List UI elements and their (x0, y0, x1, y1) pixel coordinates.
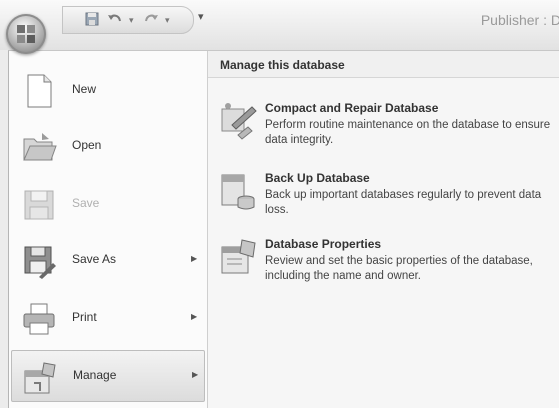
redo-icon[interactable] (143, 12, 159, 31)
undo-icon[interactable] (107, 12, 123, 31)
menu-item-save[interactable]: Save (11, 179, 203, 229)
open-folder-icon (21, 129, 57, 165)
save-icon[interactable] (85, 12, 99, 31)
office-menu: New Open Save Save As ▶ Print ▶ Manage ▶… (8, 50, 559, 408)
compact-repair-option[interactable]: Compact and Repair Database Perform rout… (214, 99, 558, 163)
new-document-icon (21, 73, 57, 109)
menu-item-open[interactable]: Open (11, 121, 203, 171)
menu-item-save-as[interactable]: Save As ▶ (11, 235, 203, 285)
menu-item-new[interactable]: New (11, 65, 203, 115)
save-as-icon (21, 243, 57, 279)
save-icon (21, 187, 57, 223)
customize-toolbar-icon[interactable]: ▾ (198, 10, 204, 23)
menu-command-list: New Open Save Save As ▶ Print ▶ Manage ▶ (9, 51, 208, 408)
submenu-arrow-icon: ▶ (191, 254, 198, 263)
quick-access-toolbar: ▾ ▾ (62, 6, 194, 34)
backup-database-icon (218, 171, 258, 211)
manage-icon (22, 359, 58, 395)
submenu-arrow-icon: ▶ (191, 312, 198, 321)
backup-database-option[interactable]: Back Up Database Back up important datab… (214, 169, 558, 233)
title-bar: ▾ ▾ ▾ Publisher : D (0, 0, 559, 50)
menu-item-manage[interactable]: Manage ▶ (11, 350, 205, 402)
compact-repair-icon (218, 101, 258, 141)
database-properties-icon (218, 237, 258, 277)
submenu-header: Manage this database (208, 51, 559, 78)
database-properties-option[interactable]: Database Properties Review and set the b… (214, 235, 558, 299)
office-logo-icon (17, 25, 35, 43)
manage-submenu: Manage this database Compact and Repair … (208, 51, 559, 408)
menu-item-print[interactable]: Print ▶ (11, 293, 203, 343)
submenu-arrow-icon: ▶ (192, 370, 199, 379)
app-title: Publisher : D (480, 12, 559, 28)
undo-dropdown-icon[interactable]: ▾ (129, 15, 134, 26)
office-button[interactable] (6, 14, 46, 54)
printer-icon (21, 301, 57, 337)
redo-dropdown-icon[interactable]: ▾ (165, 15, 170, 26)
